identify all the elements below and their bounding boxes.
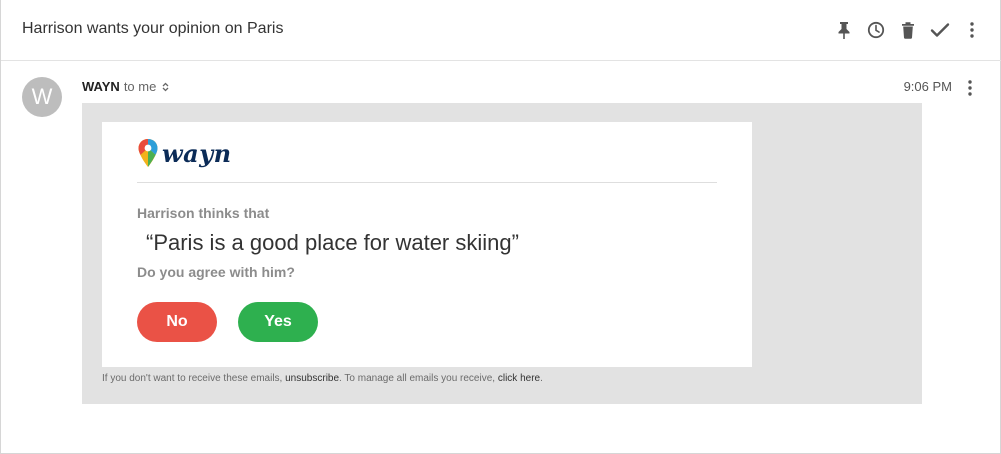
- snooze-icon[interactable]: [866, 18, 886, 42]
- more-vert-icon[interactable]: [962, 18, 982, 42]
- footer-text-2: . To manage all emails you receive,: [339, 373, 498, 384]
- logo-text: wayn: [162, 138, 232, 168]
- no-button[interactable]: No: [137, 302, 217, 342]
- recipient-label: to me: [123, 79, 157, 94]
- pin-icon[interactable]: [834, 18, 854, 42]
- unsubscribe-link[interactable]: unsubscribe: [285, 373, 339, 384]
- email-footer: If you don't want to receive these email…: [102, 373, 543, 384]
- avatar: W: [22, 77, 62, 117]
- divider: [137, 182, 717, 183]
- sender-row: WAYN to me: [82, 79, 169, 94]
- check-icon[interactable]: [930, 18, 950, 42]
- footer-text-1: If you don't want to receive these email…: [102, 373, 286, 384]
- message-more-icon[interactable]: [960, 78, 980, 98]
- message-time: 9:06 PM: [903, 79, 952, 94]
- question-text: Do you agree with him?: [137, 264, 295, 280]
- trash-icon[interactable]: [898, 18, 918, 42]
- footer-text-3: .: [540, 373, 543, 384]
- subject-bar: Harrison wants your opinion on Paris: [1, 0, 1001, 61]
- lead-text: Harrison thinks that: [137, 205, 270, 221]
- email-card: wayn Harrison thinks that “Paris is a go…: [102, 122, 752, 367]
- map-pin-icon: [138, 139, 158, 167]
- email-subject: Harrison wants your opinion on Paris: [22, 20, 284, 37]
- details-toggle-icon[interactable]: [162, 82, 169, 92]
- email-body: wayn Harrison thinks that “Paris is a go…: [82, 103, 922, 404]
- yes-button[interactable]: Yes: [238, 302, 318, 342]
- quote-text: “Paris is a good place for water skiing”: [146, 230, 519, 255]
- click-here-link[interactable]: click here: [498, 373, 540, 384]
- wayn-logo: wayn: [137, 138, 232, 168]
- sender-name: WAYN: [82, 79, 120, 94]
- email-window: Harrison wants your opinion on Paris W W…: [0, 0, 1001, 454]
- toolbar-actions: [822, 18, 982, 42]
